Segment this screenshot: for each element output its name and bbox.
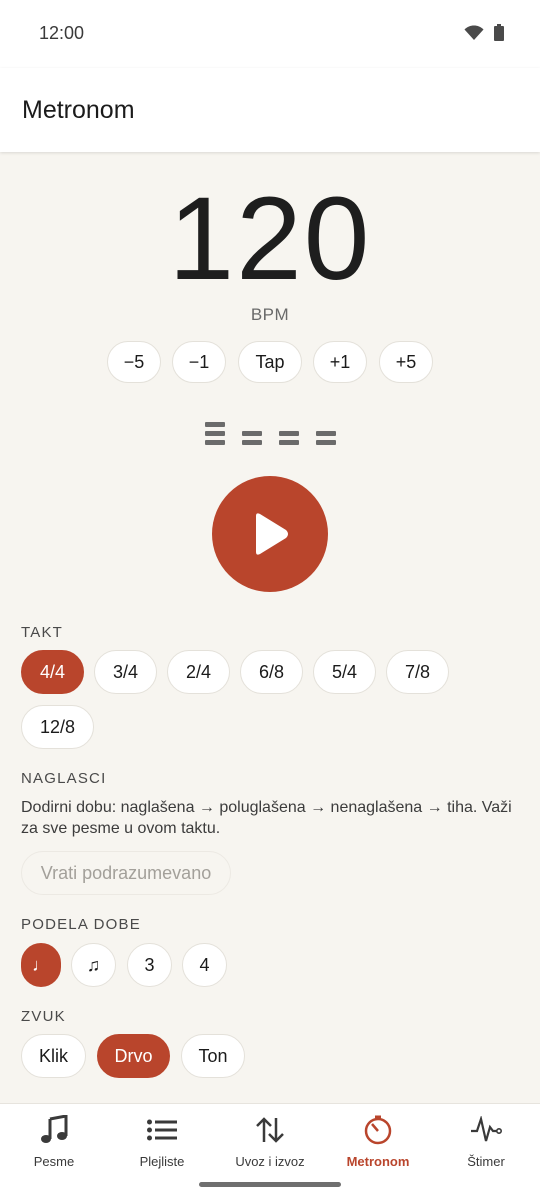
nav-item-stimer[interactable]: Štimer — [432, 1112, 540, 1172]
tap-tempo-button[interactable]: Tap — [238, 341, 302, 383]
status-icons — [464, 24, 504, 41]
nav-item-pesme[interactable]: Pesme — [0, 1112, 108, 1172]
status-bar: 12:00 — [0, 0, 540, 68]
takt-option-5-4[interactable]: 5/4 — [313, 650, 376, 694]
nav-item-uvoz-izvoz[interactable]: Uvoz i izvoz — [216, 1112, 324, 1172]
tempo-minus-5-button[interactable]: −5 — [107, 341, 161, 383]
tempo-plus-5-button[interactable]: +5 — [379, 341, 433, 383]
battery-icon — [494, 24, 504, 41]
takt-option-4-4[interactable]: 4/4 — [21, 650, 84, 694]
subdivision-eighth-notes[interactable]: ♫ — [71, 943, 116, 987]
bpm-unit: BPM — [250, 305, 290, 324]
reset-accents-button[interactable]: Vrati podrazumevano — [21, 851, 231, 895]
nav-label-metronom: Metronom — [346, 1154, 410, 1169]
nav-item-plejliste[interactable]: Plejliste — [108, 1112, 216, 1172]
bpm-value: 120 — [168, 173, 372, 305]
sound-option-drvo[interactable]: Drvo — [97, 1034, 170, 1078]
beat-indicator-4[interactable] — [316, 431, 336, 445]
takt-option-7-8[interactable]: 7/8 — [386, 650, 449, 694]
music-note-icon — [41, 1115, 68, 1143]
takt-option-2-4[interactable]: 2/4 — [167, 650, 230, 694]
beat-indicator-2[interactable] — [242, 431, 262, 445]
tuner-waveform-icon — [471, 1116, 502, 1142]
takt-option-12-8[interactable]: 12/8 — [21, 705, 94, 749]
takt-label: TAKT — [21, 624, 64, 641]
nav-label-uvoz-izvoz: Uvoz i izvoz — [235, 1154, 305, 1169]
metronome-timer-icon — [364, 1115, 392, 1145]
sound-option-ton[interactable]: Ton — [181, 1034, 245, 1078]
naglasci-label: NAGLASCI — [21, 770, 107, 787]
tempo-minus-1-button[interactable]: −1 — [172, 341, 226, 383]
subdivision-triplet[interactable]: 3 — [127, 943, 172, 987]
podela-dobe-label: PODELA DOBE — [21, 916, 141, 933]
import-export-icon — [256, 1117, 284, 1143]
nav-label-stimer: Štimer — [467, 1154, 505, 1169]
subdivision-sixteenth[interactable]: 4 — [182, 943, 227, 987]
home-indicator — [199, 1182, 341, 1187]
nav-label-pesme: Pesme — [33, 1154, 75, 1169]
wifi-icon — [464, 25, 484, 40]
subdivision-quarter-note[interactable]: ♩ — [21, 943, 61, 987]
nav-item-metronom[interactable]: Metronom — [324, 1112, 432, 1172]
app-bar: Metronom — [0, 68, 540, 152]
play-icon — [256, 513, 288, 555]
sound-option-klik[interactable]: Klik — [21, 1034, 86, 1078]
beat-indicator-3[interactable] — [279, 431, 299, 445]
list-icon — [147, 1119, 177, 1141]
beat-indicator-1[interactable] — [205, 422, 225, 445]
nav-label-plejliste: Plejliste — [139, 1154, 185, 1169]
zvuk-label: ZVUK — [21, 1008, 66, 1025]
takt-option-6-8[interactable]: 6/8 — [240, 650, 303, 694]
naglasci-hint: Dodirni dobu: naglašena → poluglašena → … — [21, 799, 512, 837]
status-time: 12:00 — [39, 23, 85, 43]
takt-option-3-4[interactable]: 3/4 — [94, 650, 157, 694]
play-button[interactable] — [212, 476, 328, 592]
tempo-plus-1-button[interactable]: +1 — [313, 341, 367, 383]
page-title: Metronom — [22, 96, 135, 124]
